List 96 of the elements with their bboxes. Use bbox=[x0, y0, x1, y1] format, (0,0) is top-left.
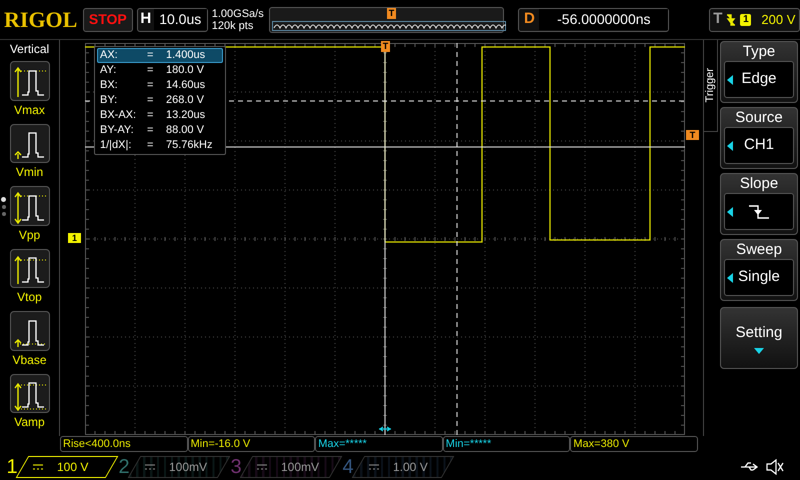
readout-value: 180.0 V bbox=[166, 63, 204, 78]
measurement-readout: Max=***** bbox=[315, 436, 443, 452]
readout-label: BY-AY: bbox=[100, 123, 135, 138]
channel-scale: 100 V bbox=[57, 459, 88, 476]
down-arrow-icon bbox=[754, 348, 764, 354]
falling-edge-icon bbox=[748, 204, 770, 220]
setting-button[interactable]: Setting bbox=[720, 307, 798, 369]
falling-edge-icon bbox=[726, 12, 736, 26]
softkey-label: Source bbox=[735, 108, 783, 127]
trigger-label: T bbox=[713, 9, 722, 30]
readout-row[interactable]: BY-AY: = 88.00 V bbox=[97, 123, 223, 138]
dc-coupling-icon bbox=[145, 464, 155, 470]
cursor-handle-icon bbox=[378, 426, 392, 432]
trigger-level: 200 V bbox=[761, 10, 796, 29]
delay-box[interactable]: D -56.0000000ns bbox=[518, 8, 670, 32]
timebase-box[interactable]: H 10.0us bbox=[136, 8, 208, 32]
left-arrow-icon bbox=[727, 74, 733, 84]
measurement-readout: Rise<400.0ns bbox=[60, 436, 188, 452]
readout-row[interactable]: BX: = 14.60us bbox=[97, 78, 223, 93]
channel-scale: 100mV bbox=[169, 459, 208, 476]
measurement-readout: Min=-16.0 V bbox=[188, 436, 316, 452]
readout-equals: = bbox=[147, 63, 154, 78]
measure-label: Vtop bbox=[17, 289, 42, 306]
readout-row[interactable]: BY: = 268.0 V bbox=[97, 93, 223, 108]
readout-equals: = bbox=[147, 78, 154, 94]
readout-equals: = bbox=[147, 48, 154, 64]
readout-row[interactable]: 1/|dX|: = 75.76kHz bbox=[97, 138, 223, 153]
dc-coupling-icon bbox=[257, 464, 267, 470]
measure-label: Vamp bbox=[14, 414, 45, 431]
menu-title: Vertical bbox=[10, 41, 50, 58]
measure-button[interactable] bbox=[10, 61, 50, 100]
left-arrow-icon bbox=[727, 140, 733, 150]
measure-label: Vmin bbox=[16, 164, 44, 181]
softkey-label: Type bbox=[742, 42, 776, 61]
menu-title: Trigger bbox=[703, 68, 718, 103]
measure-button[interactable] bbox=[10, 186, 50, 226]
measure-button[interactable] bbox=[10, 311, 50, 350]
timebase-value: 10.0us bbox=[154, 9, 207, 30]
readout-label: BY: bbox=[100, 93, 118, 108]
dc-coupling-icon bbox=[33, 464, 43, 470]
readout-label: BX: bbox=[100, 78, 119, 94]
softkey-value-field[interactable]: Single bbox=[724, 259, 794, 296]
softkey-label: Sweep bbox=[736, 240, 782, 259]
trigger-level-marker: T bbox=[686, 130, 699, 140]
measure-label: Vbase bbox=[12, 352, 47, 368]
readout-label: AX: bbox=[100, 48, 119, 64]
readout-value: 14.60us bbox=[166, 78, 206, 94]
channel-scale-tab[interactable]: 100 V bbox=[16, 456, 118, 478]
run-stop-button[interactable]: STOP bbox=[82, 8, 133, 32]
delay-value: -56.0000000ns bbox=[539, 9, 668, 30]
readout-equals: = bbox=[147, 108, 154, 124]
channel-scale: 100mV bbox=[281, 459, 320, 476]
readout-label: BX-AX: bbox=[100, 108, 138, 124]
softkey-value-field[interactable] bbox=[724, 193, 794, 230]
measure-label: Vmax bbox=[14, 102, 45, 118]
readout-label: 1/|dX|: bbox=[100, 138, 132, 154]
measure-button[interactable] bbox=[10, 124, 50, 163]
softkey-label: Slope bbox=[740, 174, 778, 193]
measure-button[interactable] bbox=[10, 374, 50, 413]
trigger-source-badge: 1 bbox=[740, 14, 752, 26]
readout-value: 268.0 V bbox=[166, 93, 204, 108]
left-arrow-icon bbox=[727, 272, 733, 282]
delay-label: D bbox=[523, 9, 536, 30]
sample-rate: 1.00GSa/s bbox=[212, 8, 265, 20]
trigger-position-marker: T bbox=[386, 8, 396, 18]
readout-equals: = bbox=[147, 138, 154, 154]
channel-scale: 1.00 V bbox=[393, 459, 428, 476]
left-arrow-icon bbox=[727, 206, 733, 216]
usb-icon bbox=[740, 461, 760, 473]
readout-value: 75.76kHz bbox=[166, 138, 212, 154]
readout-row[interactable]: AY: = 180.0 V bbox=[97, 63, 223, 78]
measure-button[interactable] bbox=[10, 248, 50, 288]
readout-equals: = bbox=[147, 123, 154, 138]
softkey-value-field[interactable]: Edge bbox=[724, 61, 794, 98]
readout-equals: = bbox=[147, 93, 154, 108]
readout-value: 1.400us bbox=[166, 48, 206, 64]
channel-scale-tab[interactable]: 100mV bbox=[128, 456, 230, 478]
memory-depth: 120k pts bbox=[212, 20, 254, 32]
speaker-muted-icon bbox=[766, 459, 784, 475]
trigger-time-marker: T bbox=[381, 41, 390, 52]
readout-row[interactable]: BX-AX: = 13.20us bbox=[97, 108, 223, 123]
channel-scale-tab[interactable]: 1.00 V bbox=[352, 456, 454, 478]
timebase-label: H bbox=[139, 9, 152, 30]
brand-logo: RIGOL bbox=[4, 8, 78, 30]
trigger-box[interactable]: T 1 200 V bbox=[709, 8, 800, 32]
channel-scale-tab[interactable]: 100mV bbox=[240, 456, 342, 478]
dc-coupling-icon bbox=[369, 464, 379, 470]
readout-row[interactable]: AX: = 1.400us bbox=[97, 48, 223, 63]
measurement-readout: Min=***** bbox=[442, 436, 570, 452]
measure-label: Vpp bbox=[18, 226, 40, 244]
readout-label: AY: bbox=[100, 63, 118, 78]
softkey-value-field[interactable]: CH1 bbox=[724, 127, 794, 164]
measurement-readout: Max=380 V bbox=[570, 436, 698, 452]
readout-value: 13.20us bbox=[166, 108, 206, 124]
channel-marker: 1 bbox=[68, 233, 81, 243]
readout-value: 88.00 V bbox=[166, 123, 204, 138]
